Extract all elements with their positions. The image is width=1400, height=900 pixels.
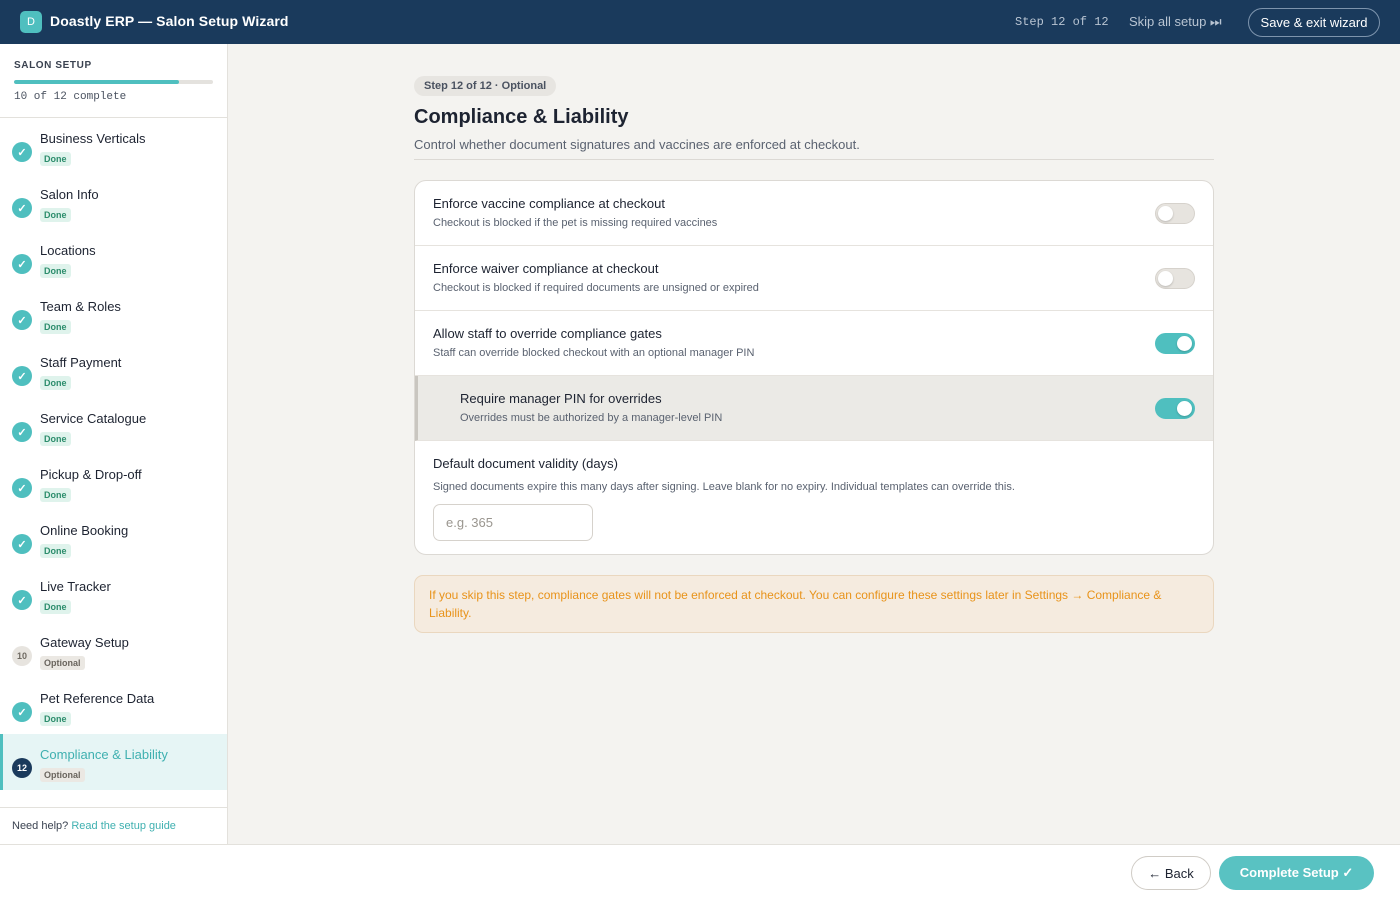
validity-description: Signed documents expire this many days a… — [433, 481, 1015, 493]
setting-description: Checkout is blocked if required document… — [433, 282, 759, 294]
sidebar-step[interactable]: ✓ Online Booking Done — [0, 510, 227, 566]
step-status-badge: Done — [40, 208, 71, 222]
sidebar-step-label: Team & Roles — [40, 299, 121, 314]
check-icon: ✓ — [12, 198, 32, 218]
step-pill: Step 12 of 12 · Optional — [414, 76, 557, 96]
page-title: Compliance & Liability — [414, 106, 629, 128]
back-button[interactable]: ← Back — [1131, 856, 1211, 890]
app-title: Doastly ERP — Salon Setup Wizard — [50, 13, 289, 29]
sidebar-title: SALON SETUP — [14, 60, 92, 71]
save-exit-button[interactable]: Save & exit wizard — [1248, 8, 1380, 37]
step-number-icon: 10 — [12, 646, 32, 666]
step-status-badge: Done — [40, 152, 71, 166]
check-icon: ✓ — [12, 422, 32, 442]
skip-warning-notice: If you skip this step, compliance gates … — [414, 575, 1214, 633]
wizard-footer: ← Back Complete Setup ✓ — [0, 844, 1400, 900]
sidebar-step-label: Gateway Setup — [40, 635, 129, 650]
sidebar-step[interactable]: 10 Gateway Setup Optional — [0, 622, 227, 678]
sidebar-step-label: Compliance & Liability — [40, 747, 168, 762]
setting-title: Allow staff to override compliance gates — [433, 326, 662, 341]
brand-logo: D — [20, 11, 42, 33]
sidebar-step[interactable]: ✓ Business Verticals Done — [0, 118, 227, 174]
check-icon: ✓ — [12, 534, 32, 554]
setup-progress-fill — [14, 80, 180, 84]
setting-row-manager-pin: Require manager PIN for overrides Overri… — [415, 376, 1213, 441]
step-counter: Step 12 of 12 — [1015, 15, 1109, 29]
setting-title: Enforce vaccine compliance at checkout — [433, 196, 665, 211]
check-icon: ✓ — [12, 590, 32, 610]
title-divider — [414, 159, 1214, 160]
toggle-knob — [1177, 401, 1192, 416]
check-icon: ✓ — [12, 142, 32, 162]
setting-title: Require manager PIN for overrides — [460, 391, 662, 406]
check-icon: ✓ — [12, 254, 32, 274]
sidebar-step[interactable]: ✓ Pickup & Drop-off Done — [0, 454, 227, 510]
setting-description: Overrides must be authorized by a manage… — [460, 412, 723, 424]
setup-complete-count: 10 of 12 complete — [14, 91, 127, 103]
toggle-knob — [1158, 271, 1173, 286]
sidebar-step-label: Salon Info — [40, 187, 99, 202]
sidebar-step[interactable]: ✓ Team & Roles Done — [0, 286, 227, 342]
sidebar-step[interactable]: ✓ Locations Done — [0, 230, 227, 286]
sidebar-help: Need help? Read the setup guide — [0, 807, 227, 844]
validity-title: Default document validity (days) — [433, 456, 618, 471]
skip-all-setup-link[interactable]: Skip all setup ⏭ — [1129, 14, 1222, 30]
setup-guide-link[interactable]: Read the setup guide — [71, 820, 176, 832]
toggle-knob — [1177, 336, 1192, 351]
check-icon: ✓ — [12, 310, 32, 330]
setting-row-waiver: Enforce waiver compliance at checkout Ch… — [415, 246, 1213, 311]
sidebar-step-label: Pickup & Drop-off — [40, 467, 142, 482]
step-status-badge: Done — [40, 544, 71, 558]
complete-setup-button[interactable]: Complete Setup ✓ — [1219, 856, 1374, 890]
setting-description: Checkout is blocked if the pet is missin… — [433, 217, 718, 229]
sidebar-step[interactable]: 12 Compliance & Liability Optional — [0, 734, 227, 790]
sidebar-step-label: Live Tracker — [40, 579, 111, 594]
sidebar-step-label: Staff Payment — [40, 355, 122, 370]
sidebar-step[interactable]: ✓ Service Catalogue Done — [0, 398, 227, 454]
step-status-badge: Done — [40, 712, 71, 726]
sidebar-step[interactable]: ✓ Staff Payment Done — [0, 342, 227, 398]
step-status-badge: Done — [40, 488, 71, 502]
sidebar-step-label: Business Verticals — [40, 131, 146, 146]
setting-title: Enforce waiver compliance at checkout — [433, 261, 659, 276]
waiver-compliance-toggle[interactable] — [1155, 268, 1195, 289]
vaccine-compliance-toggle[interactable] — [1155, 203, 1195, 224]
sidebar-step-label: Service Catalogue — [40, 411, 147, 426]
setting-row-override: Allow staff to override compliance gates… — [415, 311, 1213, 376]
step-status-badge: Done — [40, 432, 71, 446]
manager-pin-toggle[interactable] — [1155, 398, 1195, 419]
sidebar-step-label: Pet Reference Data — [40, 691, 155, 706]
step-status-badge: Optional — [40, 656, 85, 670]
staff-override-toggle[interactable] — [1155, 333, 1195, 354]
page-subtitle: Control whether document signatures and … — [414, 137, 860, 152]
step-status-badge: Done — [40, 264, 71, 278]
setting-description: Staff can override blocked checkout with… — [433, 347, 755, 359]
setting-row-vaccine: Enforce vaccine compliance at checkout C… — [415, 181, 1213, 246]
sidebar-step-label: Online Booking — [40, 523, 129, 538]
document-validity-section: Default document validity (days) Signed … — [415, 441, 1213, 554]
sidebar-step-list: ✓ Business Verticals Done ✓ Salon Info D… — [0, 118, 227, 790]
check-icon: ✓ — [12, 702, 32, 722]
step-status-badge: Done — [40, 600, 71, 614]
sidebar-step-label: Locations — [40, 243, 96, 258]
setup-progress-bar — [14, 80, 213, 84]
sidebar-step[interactable]: ✓ Pet Reference Data Done — [0, 678, 227, 734]
step-status-badge: Done — [40, 320, 71, 334]
top-bar: D Doastly ERP — Salon Setup Wizard Step … — [0, 0, 1400, 44]
step-number-icon: 12 — [12, 758, 32, 778]
step-status-badge: Done — [40, 376, 71, 390]
toggle-knob — [1158, 206, 1173, 221]
sidebar-header: SALON SETUP 10 of 12 complete — [0, 44, 227, 118]
sidebar-step[interactable]: ✓ Salon Info Done — [0, 174, 227, 230]
setup-sidebar: SALON SETUP 10 of 12 complete ✓ Business… — [0, 44, 228, 844]
help-prefix: Need help? — [12, 820, 69, 832]
document-validity-input[interactable] — [433, 504, 593, 541]
step-status-badge: Optional — [40, 768, 85, 782]
sidebar-step[interactable]: ✓ Live Tracker Done — [0, 566, 227, 622]
settings-card: Enforce vaccine compliance at checkout C… — [414, 180, 1214, 555]
check-icon: ✓ — [12, 366, 32, 386]
check-icon: ✓ — [12, 478, 32, 498]
